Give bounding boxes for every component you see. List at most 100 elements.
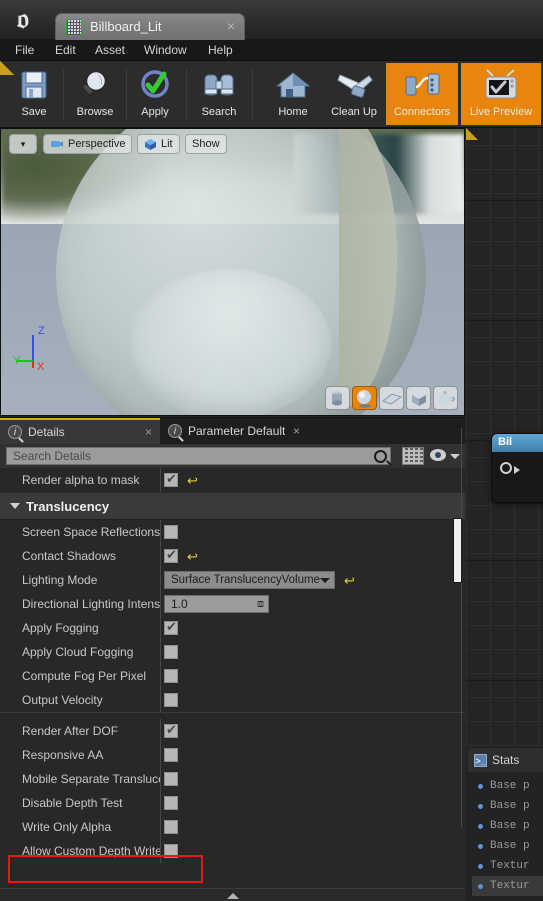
- reset-to-default-icon[interactable]: ↩: [187, 474, 198, 487]
- details-scrollbar-thumb[interactable]: [453, 518, 462, 583]
- live-preview-button[interactable]: Live Preview: [461, 63, 541, 125]
- render-alpha-to-mask-checkbox[interactable]: [164, 471, 178, 487]
- stats-row[interactable]: Base p: [472, 776, 543, 796]
- viewport-perspective-label: Perspective: [68, 138, 126, 150]
- property-row-output-velocity[interactable]: Output Velocity: [0, 688, 465, 712]
- compute-fog-per-pixel-checkbox[interactable]: [164, 669, 178, 683]
- contact-shadows-checkbox[interactable]: [164, 547, 178, 563]
- cube-preview-shape-button[interactable]: [406, 386, 431, 410]
- material-output-node-title: Bil: [492, 434, 543, 452]
- stats-row[interactable]: Base p: [472, 836, 543, 856]
- spinner-arrows-icon[interactable]: ⧈: [257, 598, 264, 611]
- menu-item-help[interactable]: Help: [205, 43, 236, 57]
- lit-cube-icon: [145, 138, 156, 150]
- node-input-pin-icon[interactable]: [500, 462, 520, 474]
- save-button-label: Save: [21, 106, 47, 118]
- reset-to-default-icon[interactable]: ↩: [344, 574, 355, 587]
- property-row-lighting-mode[interactable]: Lighting Mode Surface TranslucencyVolume…: [0, 568, 465, 592]
- allow-custom-depth-writes-checkbox[interactable]: [164, 844, 178, 858]
- property-label: Disable Depth Test: [22, 796, 123, 810]
- tab-details[interactable]: i Details ×: [0, 418, 160, 444]
- property-label: Write Only Alpha: [22, 820, 112, 834]
- material-output-node[interactable]: Bil: [491, 433, 543, 503]
- viewport-show-menu[interactable]: Show: [185, 134, 227, 154]
- clean-up-button[interactable]: Clean Up: [323, 63, 385, 125]
- property-row-responsive-aa[interactable]: Responsive AA: [0, 743, 465, 767]
- lighting-mode-dropdown[interactable]: Surface TranslucencyVolume: [164, 571, 335, 589]
- menu-item-edit[interactable]: Edit: [52, 43, 79, 57]
- reset-to-default-icon[interactable]: ↩: [187, 550, 198, 563]
- stats-row[interactable]: Textur: [472, 856, 543, 876]
- stats-row[interactable]: Base p: [472, 816, 543, 836]
- stats-row-text: Base p: [490, 840, 530, 852]
- expand-panel-icon[interactable]: [226, 893, 239, 899]
- property-row-contact-shadows[interactable]: Contact Shadows ↩: [0, 544, 465, 568]
- output-velocity-checkbox[interactable]: [164, 693, 178, 707]
- teapot-preview-shape-button[interactable]: [433, 386, 458, 410]
- material-preview-viewport[interactable]: ▾ Perspective Lit Show Z Y X: [0, 128, 465, 416]
- menu-item-window[interactable]: Window: [141, 43, 190, 57]
- search-input[interactable]: Search Details: [6, 447, 391, 465]
- screen-space-reflections-checkbox[interactable]: [164, 525, 178, 539]
- viewport-perspective-button[interactable]: Perspective: [43, 134, 133, 154]
- menu-item-file[interactable]: File: [12, 43, 37, 57]
- cylinder-preview-shape-button[interactable]: [325, 386, 350, 410]
- property-label: Lighting Mode: [22, 573, 98, 587]
- stats-row[interactable]: Textur: [472, 876, 543, 896]
- property-row-directional-lighting-intensity[interactable]: Directional Lighting Intensit 1.0 ⧈: [0, 592, 465, 616]
- sphere-preview-shape-button[interactable]: [352, 386, 377, 410]
- category-header-translucency[interactable]: Translucency: [0, 492, 465, 520]
- close-icon[interactable]: ×: [145, 425, 152, 439]
- property-row-allow-custom-depth-writes[interactable]: Allow Custom Depth Writes: [0, 839, 465, 863]
- write-only-alpha-checkbox[interactable]: [164, 820, 178, 834]
- property-row-screen-space-reflections[interactable]: Screen Space Reflections: [0, 520, 465, 544]
- render-after-dof-checkbox[interactable]: [164, 722, 178, 738]
- material-graph-panel[interactable]: Bil: [466, 128, 543, 746]
- apply-fogging-checkbox[interactable]: [164, 619, 178, 635]
- property-row-apply-fogging[interactable]: Apply Fogging: [0, 616, 465, 640]
- home-button[interactable]: Home: [265, 63, 321, 125]
- property-row-disable-depth-test[interactable]: Disable Depth Test: [0, 791, 465, 815]
- property-label: Apply Cloud Fogging: [22, 645, 134, 659]
- disable-depth-test-checkbox[interactable]: [164, 796, 178, 810]
- details-scrollbar-track[interactable]: [453, 428, 462, 828]
- property-row-render-alpha-to-mask[interactable]: Render alpha to mask ↩: [0, 468, 465, 492]
- property-row-apply-cloud-fogging[interactable]: Apply Cloud Fogging: [0, 640, 465, 664]
- viewport-viewmode-button[interactable]: Lit: [137, 134, 180, 154]
- stats-row[interactable]: Base p: [472, 796, 543, 816]
- apply-button[interactable]: Apply: [129, 63, 181, 125]
- save-button[interactable]: Save: [8, 63, 60, 125]
- mobile-separate-translucency-checkbox[interactable]: [164, 772, 178, 786]
- viewport-options-menu[interactable]: ▾: [9, 134, 37, 154]
- home-button-label: Home: [278, 106, 308, 118]
- asset-tab-billboard-lit[interactable]: Billboard_Lit ×: [55, 13, 245, 40]
- tab-stats[interactable]: >_ Stats: [468, 748, 543, 772]
- property-label: Output Velocity: [22, 693, 103, 707]
- browse-button[interactable]: Browse: [66, 63, 124, 125]
- menu-item-asset[interactable]: Asset: [92, 43, 128, 57]
- search-button[interactable]: Search: [190, 63, 248, 125]
- visibility-eye-icon[interactable]: [430, 449, 446, 461]
- directional-lighting-intensity-input[interactable]: 1.0 ⧈: [164, 595, 269, 613]
- apply-cloud-fogging-checkbox[interactable]: [164, 645, 178, 659]
- chevron-down-icon[interactable]: [450, 454, 460, 459]
- property-label: Mobile Separate Translucency: [22, 772, 160, 786]
- gizmo-z-label: Z: [38, 325, 45, 337]
- connectors-button-label: Connectors: [393, 106, 451, 118]
- connectors-button[interactable]: Connectors: [386, 63, 458, 125]
- tab-parameter-defaults[interactable]: i Parameter Defaults ×: [160, 418, 308, 444]
- close-icon[interactable]: ×: [293, 424, 300, 438]
- property-label: Render After DOF: [22, 724, 119, 738]
- plane-preview-shape-button[interactable]: [379, 386, 404, 410]
- live-preview-button-label: Live Preview: [469, 106, 533, 118]
- property-row-compute-fog-per-pixel[interactable]: Compute Fog Per Pixel: [0, 664, 465, 688]
- connectors-icon: [401, 68, 443, 104]
- column-view-toggle-button[interactable]: [402, 447, 424, 465]
- property-row-render-after-dof[interactable]: Render After DOF: [0, 719, 465, 743]
- property-row-write-only-alpha[interactable]: Write Only Alpha: [0, 815, 465, 839]
- responsive-aa-checkbox[interactable]: [164, 748, 178, 762]
- close-icon[interactable]: ×: [227, 18, 235, 34]
- floppy-disk-icon: [13, 68, 55, 104]
- property-label: Directional Lighting Intensit: [22, 597, 160, 611]
- property-row-mobile-separate-translucency[interactable]: Mobile Separate Translucency: [0, 767, 465, 791]
